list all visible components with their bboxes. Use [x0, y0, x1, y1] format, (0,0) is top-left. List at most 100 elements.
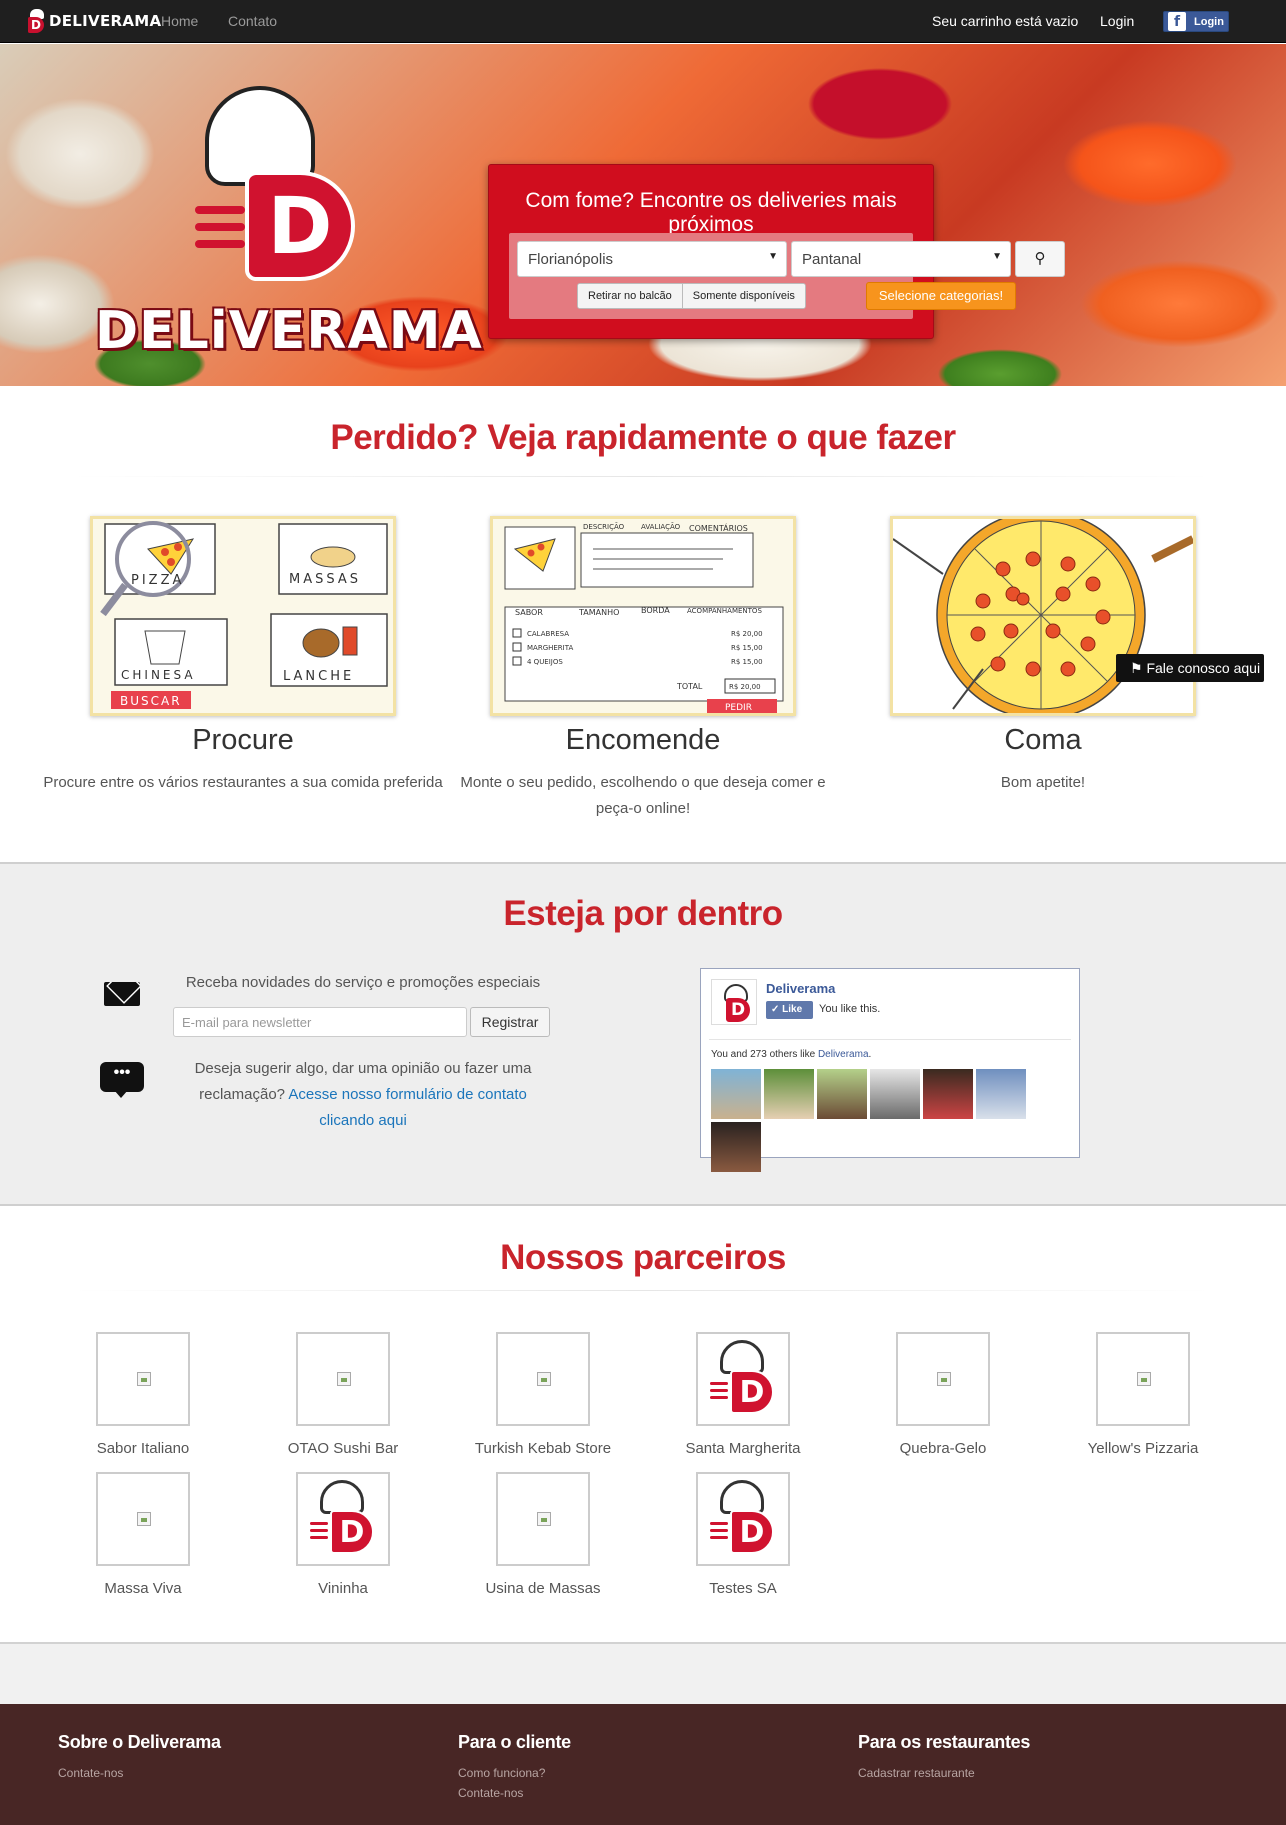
step-2-text: Monte o seu pedido, escolhendo o que des… [460, 774, 826, 817]
step-search-illustration: PIZZA MASSAS CHINESA LANCHE BUSCAR [90, 516, 396, 716]
newsletter-email-input[interactable]: E-mail para newsletter [173, 1007, 467, 1037]
partner-logo[interactable] [96, 1472, 190, 1566]
available-only-toggle-button[interactable]: Somente disponíveis [681, 284, 805, 308]
chef-hat-logo-icon: D [26, 9, 46, 33]
select-categories-button[interactable]: Selecione categorias! [866, 282, 1016, 310]
lanche-label: LANCHE [283, 669, 354, 684]
step-1-text: Procure entre os vários restaurantes a s… [43, 774, 443, 791]
partner-logo[interactable] [296, 1332, 390, 1426]
fb-like-button[interactable]: ✓ Like [766, 1001, 813, 1019]
footer-link-register-restaurant[interactable]: Cadastrar restaurante [858, 1763, 1030, 1783]
fb-like-status: You like this. [819, 1003, 881, 1015]
partner-name[interactable]: Turkish Kebab Store [443, 1440, 643, 1457]
pedir-label: PEDIR [725, 703, 752, 713]
hero-logo: D DELiVERAMA [95, 76, 482, 376]
newsletter-register-button[interactable]: Registrar [470, 1007, 550, 1037]
hero-banner: D DELiVERAMA Com fome? Encontre os deliv… [0, 44, 1286, 386]
broken-image-icon [937, 1372, 951, 1386]
page-avatar[interactable]: D [711, 979, 757, 1025]
chef-hat-icon [720, 1340, 764, 1374]
partner-name[interactable]: OTAO Sushi Bar [243, 1440, 443, 1457]
broken-image-icon [1137, 1372, 1151, 1386]
price-3: R$ 15,00 [731, 658, 763, 666]
massas-label: MASSAS [289, 572, 361, 587]
col-borda: BORDA [641, 606, 670, 615]
pickup-toggle-button[interactable]: Retirar no balcão [578, 284, 682, 308]
cart-status[interactable]: Seu carrinho está vazio [932, 13, 1078, 29]
partner-name[interactable]: Usina de Massas [443, 1580, 643, 1597]
d-letter-icon: D [730, 1510, 774, 1554]
col-tamanho: TAMANHO [578, 608, 619, 617]
fb-page-name[interactable]: Deliverama [766, 981, 835, 996]
fan-avatar[interactable] [764, 1069, 814, 1119]
broken-image-icon [137, 1372, 151, 1386]
d-letter-icon: D [730, 1370, 774, 1414]
partner-logo[interactable]: D [696, 1472, 790, 1566]
chef-hat-icon [720, 1480, 764, 1514]
pizza-label: PIZZA [131, 573, 184, 588]
step-order-illustration: DESCRIÇÃO AVALIAÇÃO COMENTÁRIOS SABOR TA… [490, 516, 796, 716]
fan-avatar[interactable] [976, 1069, 1026, 1119]
partner-logo[interactable]: D [696, 1332, 790, 1426]
city-select-value: Florianópolis [528, 251, 614, 268]
flag-icon: ⚑ [1130, 660, 1143, 676]
brand-name: DELIVERAMA [49, 12, 162, 30]
newsletter-text: Receba novidades do serviço e promoções … [185, 974, 541, 991]
login-link[interactable]: Login [1100, 13, 1134, 29]
check-icon: ✓ [771, 1004, 780, 1015]
fan-avatar[interactable] [817, 1069, 867, 1119]
order-form-drawing: DESCRIÇÃO AVALIAÇÃO COMENTÁRIOS SABOR TA… [504, 522, 784, 713]
partner-logo[interactable] [496, 1332, 590, 1426]
step-eat-illustration [890, 516, 1196, 716]
fan-avatar[interactable] [923, 1069, 973, 1119]
facebook-icon: f [1168, 12, 1186, 31]
partner-logo[interactable] [96, 1332, 190, 1426]
partners-section-title: Nossos parceiros [500, 1238, 786, 1277]
partner-name[interactable]: Santa Margherita [643, 1440, 843, 1457]
nav-home-link[interactable]: Home [161, 13, 198, 29]
footer-col-title: Sobre o Deliverama [58, 1732, 221, 1752]
total-label: TOTAL [676, 682, 703, 691]
how-section-divider [72, 476, 1212, 477]
partner-name[interactable]: Vininha [243, 1580, 443, 1597]
contact-form-link[interactable]: Acesse nosso formulário de contato clica… [288, 1086, 526, 1129]
opt-margherita: MARGHERITA [527, 644, 573, 652]
partner-logo[interactable] [496, 1472, 590, 1566]
footer-col-client: Para o cliente Como funciona? Contate-no… [458, 1732, 571, 1803]
price-2: R$ 15,00 [731, 644, 763, 652]
facebook-login-button[interactable]: f Login [1163, 11, 1229, 32]
col-acompanhamentos: ACOMPANHAMENTOS [687, 607, 762, 615]
fb-count-suffix: . [868, 1049, 872, 1060]
footer-link-how-it-works[interactable]: Como funciona? [458, 1763, 571, 1783]
partner-logo[interactable]: D [296, 1472, 390, 1566]
fb-count-link[interactable]: Deliverama [818, 1049, 869, 1060]
footer-link-contact[interactable]: Contate-nos [458, 1783, 571, 1803]
partner-name[interactable]: Sabor Italiano [43, 1440, 243, 1457]
partner-logo[interactable] [896, 1332, 990, 1426]
caret-down-icon: ▼ [768, 251, 778, 262]
envelope-icon [104, 982, 140, 1006]
footer-link-contact[interactable]: Contate-nos [58, 1763, 221, 1783]
partner-name[interactable]: Massa Viva [43, 1580, 243, 1597]
neighborhood-select[interactable]: Pantanal ▼ [791, 241, 1011, 277]
brand-logo[interactable]: D DELIVERAMA [26, 4, 161, 38]
nav-contato-link[interactable]: Contato [228, 13, 277, 29]
opt-4queijos: 4 QUEIJOS [527, 658, 563, 666]
partner-logo[interactable] [1096, 1332, 1190, 1426]
how-section-title: Perdido? Veja rapidamente o que fazer [330, 418, 956, 457]
contact-feedback-tab[interactable]: ⚑ Fale conosco aqui [1116, 654, 1264, 682]
fan-avatar[interactable] [711, 1122, 761, 1172]
newsletter-email-placeholder: E-mail para newsletter [182, 1015, 312, 1030]
buscar-label: BUSCAR [120, 694, 182, 708]
broken-image-icon [337, 1372, 351, 1386]
fan-avatar[interactable] [711, 1069, 761, 1119]
partner-name[interactable]: Quebra-Gelo [843, 1440, 1043, 1457]
partner-name[interactable]: Testes SA [643, 1580, 843, 1597]
partner-name[interactable]: Yellow's Pizzaria [1043, 1440, 1243, 1457]
fan-avatar[interactable] [870, 1069, 920, 1119]
speech-bubble-icon: ••• [100, 1062, 144, 1098]
chinesa-label: CHINESA [121, 668, 196, 682]
city-select[interactable]: Florianópolis ▼ [517, 241, 787, 277]
search-button[interactable]: ⚲ [1015, 241, 1065, 277]
footer-col-title: Para o cliente [458, 1732, 571, 1752]
